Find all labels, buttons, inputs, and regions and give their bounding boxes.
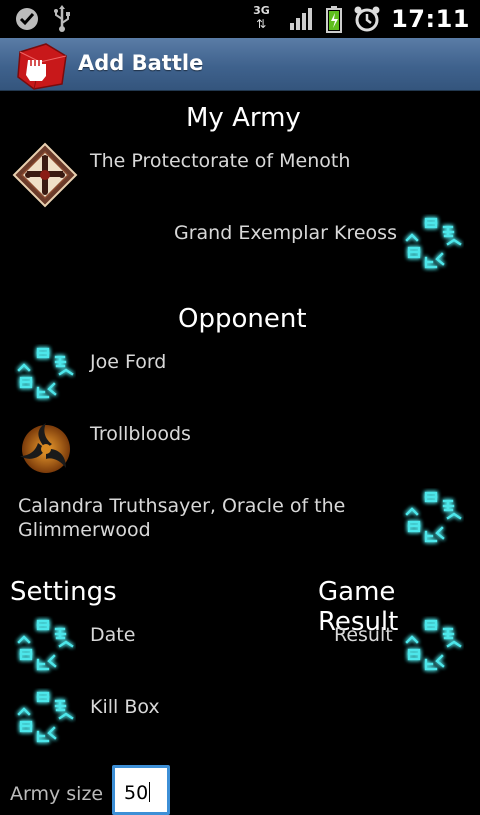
- result-glyph-icon[interactable]: [402, 616, 464, 676]
- opponent-warcaster-glyph-icon[interactable]: [402, 488, 464, 548]
- alarm-icon: [354, 6, 380, 32]
- my-army-heading: My Army: [186, 103, 301, 133]
- army-size-label: Army size: [10, 783, 104, 805]
- army-size-value: 50: [124, 782, 149, 804]
- status-bar: 3G ⇅ 17:11: [0, 0, 480, 38]
- clock: 17:11: [391, 5, 470, 33]
- result-label[interactable]: Result: [334, 623, 393, 647]
- opponent-player-label[interactable]: Joe Ford: [90, 350, 166, 374]
- my-faction-label[interactable]: The Protectorate of Menoth: [90, 149, 350, 173]
- red-fist-dice-icon[interactable]: [14, 42, 70, 90]
- army-size-input[interactable]: 50: [112, 765, 170, 815]
- network-type-icon: 3G ⇅: [253, 4, 270, 31]
- date-label[interactable]: Date: [90, 623, 135, 647]
- scenario-glyph-icon[interactable]: [14, 688, 76, 748]
- my-warcaster-glyph-icon[interactable]: [402, 214, 464, 274]
- opponent-player-glyph-icon[interactable]: [14, 344, 76, 404]
- settings-heading: Settings: [10, 577, 117, 607]
- opponent-faction-label[interactable]: Trollbloods: [90, 422, 191, 446]
- opponent-warcaster-label[interactable]: Calandra Truthsayer, Oracle of the Glimm…: [18, 494, 358, 542]
- scenario-label[interactable]: Kill Box: [90, 695, 160, 719]
- menoth-cross-icon[interactable]: [12, 142, 78, 208]
- signal-icon: [290, 8, 313, 30]
- usb-icon: [54, 5, 70, 32]
- title-bar: Add Battle: [0, 38, 480, 91]
- text-caret: [149, 782, 151, 802]
- my-warcaster-label[interactable]: Grand Exemplar Kreoss: [174, 221, 397, 245]
- date-glyph-icon[interactable]: [14, 616, 76, 676]
- battery-charging-icon: [326, 6, 343, 33]
- check-circle-icon: [16, 8, 38, 30]
- page-title: Add Battle: [78, 51, 204, 75]
- trollbloods-icon[interactable]: [16, 420, 76, 478]
- opponent-heading: Opponent: [178, 304, 307, 334]
